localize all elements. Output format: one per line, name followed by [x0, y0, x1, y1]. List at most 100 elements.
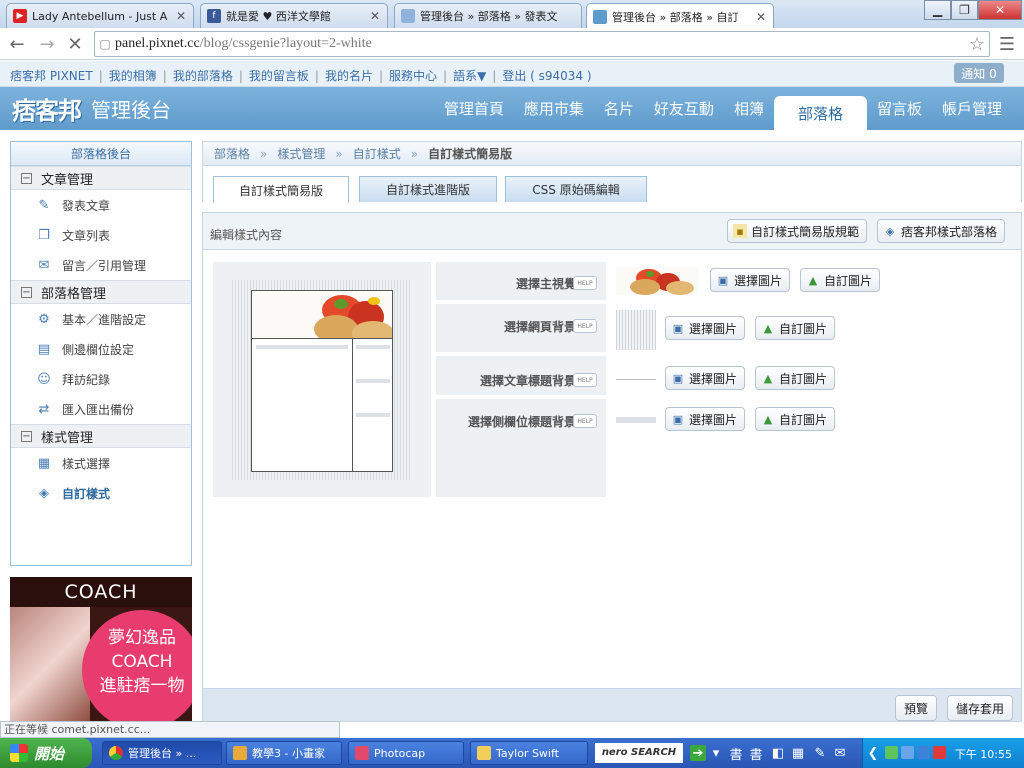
- main-nav-item[interactable]: 管理首頁: [434, 87, 514, 130]
- sidebar-title: 部落格後台: [11, 142, 191, 166]
- facebook-icon: f: [207, 9, 221, 23]
- top-link[interactable]: 我的相簿: [109, 69, 157, 83]
- main-nav-item[interactable]: 相簿: [724, 87, 774, 130]
- custom-image-button[interactable]: ▲ 自訂圖片: [755, 366, 836, 390]
- main-nav-item[interactable]: 名片: [594, 87, 644, 130]
- sidebar-group-header[interactable]: − 部落格管理: [11, 280, 191, 304]
- sidebar-item[interactable]: ☺ 拜訪紀錄: [11, 364, 191, 394]
- start-button[interactable]: 開始: [0, 738, 92, 768]
- sidebar-item[interactable]: ▤ 側邊欄位設定: [11, 334, 191, 364]
- taskbar-item-chrome[interactable]: 管理後台 » ...: [102, 741, 222, 765]
- taskbar-item-photocap[interactable]: Photocap: [348, 741, 464, 765]
- top-link[interactable]: 登出 ( s94034 ): [502, 69, 591, 83]
- nero-search-box[interactable]: nero SEARCH: [595, 743, 683, 763]
- top-link[interactable]: 語系▼: [453, 69, 486, 83]
- select-image-button[interactable]: ▣ 選擇圖片: [665, 366, 746, 390]
- tray-app-icon[interactable]: [917, 746, 930, 759]
- sidebar-item-label: 拜訪紀錄: [62, 372, 111, 387]
- url-text[interactable]: panel.pixnet.cc/blog/cssgenie?layout=2-w…: [115, 36, 965, 52]
- sidebar-item[interactable]: ▦ 樣式選擇: [11, 448, 191, 478]
- help-icon[interactable]: HELP: [573, 414, 597, 428]
- pen-icon[interactable]: ✎: [812, 745, 828, 761]
- top-link[interactable]: 服務中心: [389, 69, 437, 83]
- custom-image-button[interactable]: ▲ 自訂圖片: [755, 407, 836, 431]
- ime-icon[interactable]: 書: [748, 745, 764, 763]
- chat-icon[interactable]: ✉: [832, 745, 848, 761]
- restore-icon[interactable]: ❐: [951, 0, 978, 20]
- close-tab-icon[interactable]: ✕: [755, 10, 767, 24]
- tab-advanced-style[interactable]: 自訂樣式進階版: [359, 176, 497, 202]
- ime-icon[interactable]: 書: [728, 745, 744, 763]
- top-link[interactable]: 我的部落格: [173, 69, 233, 83]
- sidebar: 部落格後台 − 文章管理 ✎ 發表文章 ❐ 文章列表 ✉ 留言／引用管理 − 部落格管理 ⚙ 基本／進…: [10, 141, 192, 566]
- minimize-icon[interactable]: ▁: [924, 0, 951, 20]
- window-icon[interactable]: ◧: [770, 745, 786, 761]
- forward-arrow-icon[interactable]: →: [36, 33, 58, 55]
- top-link[interactable]: 痞客邦 PIXNET: [10, 69, 93, 83]
- network-icon[interactable]: [901, 746, 914, 759]
- collapse-icon[interactable]: −: [21, 430, 32, 442]
- top-link[interactable]: 我的名片: [325, 69, 373, 83]
- help-icon[interactable]: HELP: [573, 276, 597, 290]
- dropdown-arrow-icon[interactable]: ▾: [708, 745, 724, 761]
- breadcrumb-item[interactable]: 樣式管理: [277, 145, 325, 162]
- help-icon[interactable]: HELP: [573, 373, 597, 387]
- spec-button[interactable]: ▪ 自訂樣式簡易版規範: [727, 219, 868, 243]
- main-nav-item[interactable]: 部落格: [773, 96, 867, 130]
- close-tab-icon[interactable]: ✕: [175, 9, 187, 23]
- bookmark-star-icon[interactable]: ☆: [965, 34, 989, 55]
- taskbar-item-paint[interactable]: 教學3 - 小畫家: [226, 741, 342, 765]
- save-apply-button[interactable]: 儲存套用: [947, 695, 1014, 721]
- sidebar-item[interactable]: ◈ 自訂樣式: [11, 478, 191, 508]
- chevron-left-icon[interactable]: ❮: [865, 745, 881, 761]
- select-image-button[interactable]: ▣ 選擇圖片: [665, 316, 746, 340]
- image-gallery-icon: ▣: [717, 273, 729, 287]
- breadcrumb-item[interactable]: 自訂樣式: [353, 145, 401, 162]
- antivirus-icon[interactable]: [933, 746, 946, 759]
- main-nav-item[interactable]: 應用市集: [514, 87, 594, 130]
- sidebar-group-header[interactable]: − 文章管理: [11, 166, 191, 190]
- go-arrow-icon[interactable]: ➔: [690, 745, 706, 761]
- pixnet-logo[interactable]: 痞客邦 管理後台: [12, 93, 171, 125]
- sidebar-item[interactable]: ⇄ 匯入匯出備份: [11, 394, 191, 424]
- collapse-icon[interactable]: −: [21, 286, 32, 298]
- notification-badge[interactable]: 通知 0: [954, 63, 1004, 83]
- window-close-icon[interactable]: ✕: [978, 0, 1022, 20]
- sidebar-item[interactable]: ✉ 留言／引用管理: [11, 250, 191, 280]
- custom-image-button[interactable]: ▲ 自訂圖片: [755, 316, 836, 340]
- browser-tab-1[interactable]: ▶ Lady Antebellum - Just A Kis ✕: [6, 3, 194, 28]
- tab-simple-style[interactable]: 自訂樣式簡易版: [213, 176, 349, 203]
- page-background-swatch: [616, 310, 656, 350]
- select-image-button[interactable]: ▣ 選擇圖片: [665, 407, 746, 431]
- help-icon[interactable]: HELP: [573, 319, 597, 333]
- sidebar-item[interactable]: ❐ 文章列表: [11, 220, 191, 250]
- address-bar[interactable]: ▢ panel.pixnet.cc/blog/cssgenie?layout=2…: [94, 31, 990, 57]
- stop-loading-icon[interactable]: ✕: [64, 33, 86, 55]
- tab-css-source[interactable]: CSS 原始碼編輯: [505, 176, 647, 202]
- main-nav-item[interactable]: 帳戶管理: [932, 87, 1012, 130]
- browser-tab-3[interactable]: 管理後台 » 部落格 » 發表文: [394, 3, 582, 28]
- close-tab-icon[interactable]: ✕: [369, 9, 381, 23]
- back-arrow-icon[interactable]: ←: [6, 33, 28, 55]
- taskbar-item-folder[interactable]: Taylor Swift: [470, 741, 588, 765]
- browser-tab-4[interactable]: 管理後台 » 部落格 » 自訂 ✕: [586, 3, 774, 29]
- main-nav-item[interactable]: 留言板: [867, 87, 932, 130]
- pixnet-style-blog-button[interactable]: ◈ 痞客邦樣式部落格: [877, 219, 1006, 243]
- select-image-button[interactable]: ▣ 選擇圖片: [710, 268, 791, 292]
- breadcrumb-item[interactable]: 部落格: [214, 145, 250, 162]
- sidebar-item[interactable]: ✎ 發表文章: [11, 190, 191, 220]
- top-link[interactable]: 我的留言板: [249, 69, 309, 83]
- tray-app-icon[interactable]: [885, 746, 898, 759]
- sidebar-group-header[interactable]: − 樣式管理: [11, 424, 191, 448]
- custom-image-button[interactable]: ▲ 自訂圖片: [800, 268, 881, 292]
- wrench-menu-icon[interactable]: ☰: [996, 33, 1018, 55]
- preview-sidebar-bar: [356, 345, 390, 349]
- sidebar-item[interactable]: ⚙ 基本／進階設定: [11, 304, 191, 334]
- collapse-icon[interactable]: −: [21, 172, 32, 184]
- coach-advertisement[interactable]: COACH 夢幻逸品 COACH 進駐痞一物: [10, 577, 192, 723]
- keyboard-icon[interactable]: ▦: [790, 745, 806, 761]
- select-image-label: 選擇圖片: [689, 321, 738, 336]
- main-nav-item[interactable]: 好友互動: [644, 87, 724, 130]
- browser-tab-2[interactable]: f 就是愛 ♥ 西洋文學館 ✕: [200, 3, 388, 28]
- preview-button[interactable]: 預覽: [895, 695, 938, 721]
